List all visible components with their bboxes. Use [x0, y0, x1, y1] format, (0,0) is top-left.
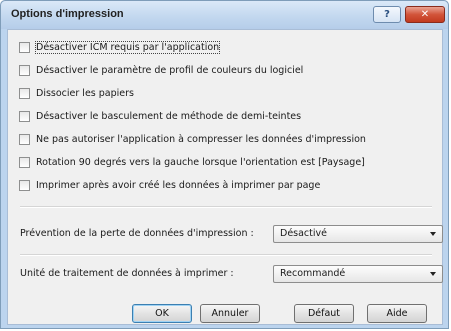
option-disable-icm[interactable]: Désactiver ICM requis par l'application	[19, 40, 221, 54]
print-options-dialog: Options d'impression ? ✕ Désactiver ICM …	[0, 0, 449, 329]
ok-button[interactable]: OK	[132, 304, 192, 323]
dialog-title: Options d'impression	[11, 8, 124, 20]
unit-value: Recommandé	[280, 268, 346, 279]
option-label: Désactiver le basculement de méthode de …	[36, 110, 302, 122]
option-disable-color-profile[interactable]: Désactiver le paramètre de profil de cou…	[19, 63, 303, 77]
checkbox[interactable]	[19, 110, 30, 122]
option-label: Désactiver ICM requis par l'application	[34, 40, 221, 54]
option-print-after-page-data[interactable]: Imprimer après avoir créé les données à …	[19, 178, 320, 192]
option-dissociate-papers[interactable]: Dissocier les papiers	[19, 86, 134, 100]
checkbox[interactable]	[19, 41, 30, 53]
checkbox[interactable]	[19, 156, 30, 168]
prevention-value: Désactivé	[280, 228, 327, 239]
option-label: Rotation 90 degrés vers la gauche lorsqu…	[36, 156, 365, 168]
option-label: Ne pas autoriser l'application à compres…	[36, 133, 366, 145]
option-disable-halftone-switch[interactable]: Désactiver le basculement de méthode de …	[19, 109, 301, 123]
unit-label: Unité de traitement de données à imprime…	[20, 268, 234, 279]
checkbox[interactable]	[19, 179, 30, 191]
checkbox[interactable]	[19, 133, 30, 145]
option-label: Désactiver le paramètre de profil de cou…	[36, 64, 304, 76]
option-label: Dissocier les papiers	[36, 87, 134, 99]
title-bar: Options d'impression ? ✕	[1, 1, 448, 29]
unit-select[interactable]: Recommandé	[273, 265, 443, 283]
help-icon[interactable]: ?	[373, 6, 401, 23]
checkbox[interactable]	[19, 87, 30, 99]
prevention-select[interactable]: Désactivé	[273, 225, 443, 243]
separator	[20, 254, 432, 256]
chevron-down-icon	[430, 232, 436, 236]
separator	[20, 206, 432, 208]
default-button[interactable]: Défaut	[294, 304, 354, 323]
cancel-button[interactable]: Annuler	[200, 304, 260, 323]
help-button[interactable]: Aide	[367, 304, 427, 323]
chevron-down-icon	[430, 272, 436, 276]
checkbox[interactable]	[19, 64, 30, 76]
option-label: Imprimer après avoir créé les données à …	[36, 179, 321, 191]
dialog-body: Désactiver ICM requis par l'application …	[7, 29, 443, 325]
option-no-compression[interactable]: Ne pas autoriser l'application à compres…	[19, 132, 366, 146]
option-rotate-90[interactable]: Rotation 90 degrés vers la gauche lorsqu…	[19, 155, 365, 169]
prevention-label: Prévention de la perte de données d'impr…	[20, 228, 254, 239]
close-icon[interactable]: ✕	[405, 6, 445, 23]
